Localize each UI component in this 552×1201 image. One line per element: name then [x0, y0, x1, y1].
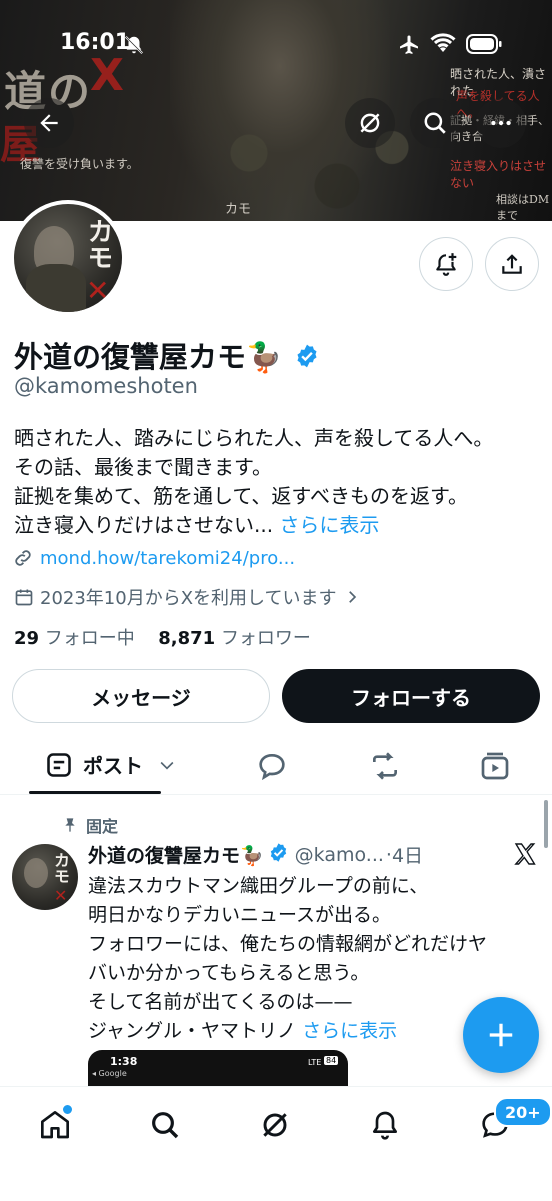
profile-tabs: ポスト: [0, 738, 552, 794]
nav-notifications[interactable]: [365, 1105, 405, 1145]
chevron-down-icon: [160, 761, 174, 770]
following-label: フォロー中: [44, 628, 135, 649]
followers-count: 8,871: [158, 628, 216, 649]
messages-badge: 20+: [494, 1097, 552, 1127]
search-button[interactable]: [410, 98, 460, 148]
joined-date[interactable]: 2023年10月からXを利用しています: [14, 584, 361, 610]
wifi-icon: [430, 33, 456, 59]
tab-reposts[interactable]: [368, 750, 402, 786]
banner-kamo-mark: カモ: [225, 202, 252, 217]
profile-link[interactable]: mond.how/tarekomi24/pro...: [12, 547, 295, 569]
plus-icon: [489, 1023, 513, 1047]
verified-badge-icon: [268, 842, 289, 868]
post-author-handle: @kamo...: [294, 843, 384, 866]
post-text: 違法スカウトマン織田グループの前に、 明日かなりデカいニュースが出る。 フォロワ…: [88, 875, 488, 1042]
nav-grok[interactable]: [255, 1105, 295, 1145]
grok-button[interactable]: [345, 98, 395, 148]
share-button[interactable]: [485, 237, 539, 291]
status-bar: 16:01: [0, 30, 552, 60]
media-icon: [481, 752, 509, 780]
bottom-nav: [0, 1086, 552, 1201]
search-icon: [152, 1112, 179, 1139]
reply-bubble-icon: [259, 753, 285, 781]
scrollbar[interactable]: [544, 800, 548, 848]
post-author-avatar[interactable]: カモ ✕: [12, 844, 78, 910]
bio-show-more[interactable]: さらに表示: [279, 513, 379, 537]
verified-badge-icon: [294, 342, 320, 376]
search-icon: [424, 112, 446, 134]
follow-counts[interactable]: 29 フォロー中 8,871 フォロワー: [14, 624, 311, 650]
compose-button[interactable]: [463, 997, 539, 1073]
media-network: LTE: [308, 1058, 322, 1067]
display-name: 外道の復讐屋カモ🦆: [14, 334, 320, 376]
calendar-icon: [15, 589, 33, 606]
media-battery: 84: [324, 1056, 339, 1065]
post-time: 4日: [391, 845, 424, 867]
airplane-icon: [397, 33, 421, 61]
more-icon: [491, 120, 511, 126]
post-media-preview[interactable]: 1:38 ◂ Google LTE 84: [88, 1050, 348, 1090]
following-count: 29: [14, 628, 40, 649]
followers-label: フォロワー: [220, 628, 311, 649]
grok-icon: [360, 113, 380, 133]
message-button[interactable]: メッセージ: [12, 669, 270, 723]
bell-icon: [373, 1111, 397, 1140]
link-icon: [15, 550, 31, 566]
tab-posts-label: ポスト: [83, 754, 143, 778]
post-author-name[interactable]: 外道の復讐屋カモ🦆: [88, 841, 264, 868]
profile-avatar[interactable]: カモ ✕: [10, 200, 126, 316]
battery-icon: [466, 34, 502, 58]
post-header: 外道の復讐屋カモ🦆 @kamo... · 4日: [88, 841, 423, 868]
share-icon: [502, 254, 522, 274]
user-handle: @kamomeshoten: [14, 374, 198, 398]
silent-bell-icon: [123, 34, 145, 60]
status-time: 16:01: [60, 30, 131, 55]
tabs-divider: [0, 794, 552, 795]
chevron-right-icon: [348, 591, 356, 603]
post-icon: [47, 752, 71, 777]
repost-icon: [373, 752, 397, 780]
media-time: 1:38: [110, 1055, 138, 1068]
avatar-image: カモ ✕: [14, 204, 122, 312]
pinned-indicator: 固定: [62, 813, 118, 837]
banner-tagline: 復讐を受け負います。: [20, 157, 139, 171]
follow-button[interactable]: フォローする: [282, 669, 540, 723]
tab-posts[interactable]: ポスト: [45, 750, 177, 779]
notify-button[interactable]: [419, 237, 473, 291]
profile-bio: 晒された人、踏みにじられた人、声を殺してる人へ。 その話、最後まで聞きます。 証…: [14, 426, 494, 537]
grok-icon: [263, 1113, 287, 1137]
home-new-indicator: [62, 1104, 73, 1115]
tab-replies[interactable]: [256, 750, 288, 786]
nav-search[interactable]: [145, 1105, 185, 1145]
post-show-more[interactable]: さらに表示: [302, 1020, 397, 1042]
media-app: ◂ Google: [92, 1069, 127, 1078]
back-button[interactable]: [24, 98, 74, 148]
x-logo-icon: [512, 842, 538, 870]
arrow-left-icon: [40, 114, 58, 132]
more-options-button[interactable]: [476, 98, 526, 148]
bell-plus-icon: [436, 253, 457, 276]
pin-icon: [65, 818, 75, 832]
tab-media[interactable]: [479, 750, 511, 786]
